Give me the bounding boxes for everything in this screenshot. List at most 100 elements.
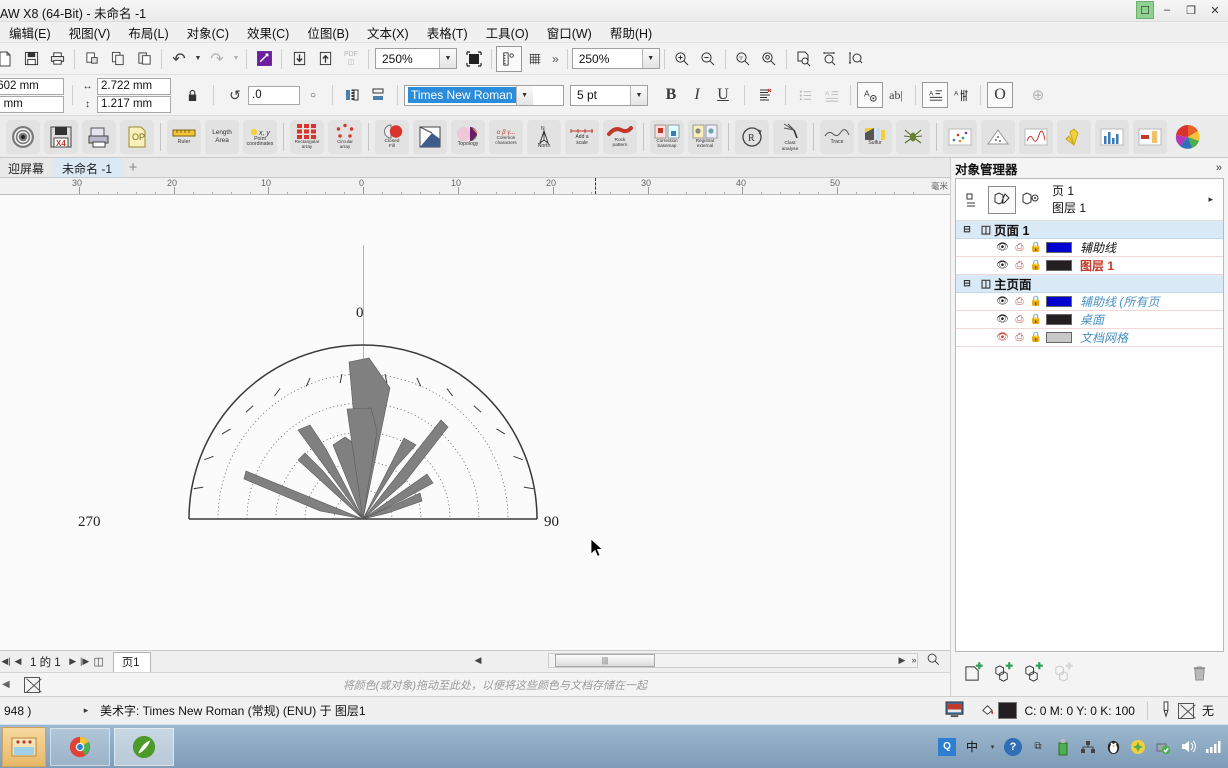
column-chart-tool-button[interactable] bbox=[1095, 119, 1129, 154]
x4-save-tool-button[interactable]: X4 bbox=[44, 119, 78, 154]
italic-button[interactable]: I bbox=[684, 82, 710, 108]
menu-effects[interactable]: 效果(C) bbox=[238, 21, 298, 44]
lock-icon[interactable]: 🔒 bbox=[1028, 296, 1044, 307]
clast-analyse-tool-button[interactable]: Clast analyse bbox=[773, 119, 807, 154]
object-x-field[interactable]: .602 mm bbox=[0, 77, 64, 95]
font-name-combo[interactable]: Times New Roman ▼ bbox=[404, 84, 564, 106]
rose-diagram-tool-button[interactable] bbox=[1057, 119, 1091, 154]
rotate-r-tool-button[interactable]: R bbox=[735, 119, 769, 154]
menu-object[interactable]: 对象(C) bbox=[178, 21, 238, 44]
correction-basemap-tool-button[interactable]: Correction basemap bbox=[650, 119, 684, 154]
menu-layout[interactable]: 布局(L) bbox=[119, 21, 177, 44]
spectrum-chart-tool-button[interactable] bbox=[1019, 119, 1053, 154]
drawing-canvas[interactable]: 0 90 270 bbox=[0, 195, 950, 650]
layer-color-chip[interactable] bbox=[1046, 260, 1072, 271]
tree-group-master-page[interactable]: ⊟ ◫ 主页面 bbox=[956, 275, 1223, 293]
next-page-button[interactable]: ▶ bbox=[67, 656, 79, 667]
edit-across-layers-button[interactable] bbox=[988, 185, 1016, 214]
print-button[interactable] bbox=[44, 46, 70, 72]
menu-text[interactable]: 文本(X) bbox=[358, 21, 418, 44]
zoom-to-selection-button[interactable] bbox=[730, 46, 756, 72]
zoom-to-page-height-button[interactable] bbox=[843, 46, 869, 72]
printer-tool-button[interactable] bbox=[82, 119, 116, 154]
fullscreen-preview-button[interactable] bbox=[461, 46, 487, 72]
eye-icon[interactable]: 👁 bbox=[994, 314, 1011, 325]
chevron-down-icon[interactable]: ▼ bbox=[630, 85, 647, 105]
lock-icon[interactable]: 🔒 bbox=[1028, 314, 1044, 325]
circular-array-tool-button[interactable]: Circular array bbox=[328, 119, 362, 154]
cut-button[interactable] bbox=[79, 46, 105, 72]
security-icon[interactable] bbox=[1154, 738, 1172, 756]
hscroll-left-icon[interactable]: ◀ bbox=[472, 655, 484, 666]
restore-helper-icon[interactable]: ☐ bbox=[1136, 1, 1154, 19]
no-color-swatch[interactable] bbox=[23, 676, 40, 693]
signal-icon[interactable] bbox=[1204, 738, 1222, 756]
horizontal-scroll-thumb[interactable]: ||| bbox=[555, 654, 655, 667]
show-grid-button[interactable] bbox=[522, 46, 548, 72]
zoom-in-button[interactable] bbox=[669, 46, 695, 72]
layer-manager-view-button[interactable] bbox=[1016, 186, 1044, 214]
zoom-fit-icon[interactable] bbox=[926, 652, 940, 669]
op-tool-button[interactable]: OP bbox=[120, 119, 154, 154]
bullet-list-button[interactable] bbox=[792, 82, 818, 108]
text-wrap-button[interactable]: O bbox=[987, 82, 1013, 108]
print-icon[interactable]: ⎙ bbox=[1011, 260, 1028, 271]
ruler-tool-button[interactable]: Ruler bbox=[167, 119, 201, 154]
eye-icon[interactable]: 👁 bbox=[994, 332, 1011, 343]
menu-view[interactable]: 视图(V) bbox=[60, 21, 120, 44]
trace-tool-button[interactable]: Trace bbox=[820, 119, 854, 154]
help-icon[interactable]: ? bbox=[1004, 737, 1022, 756]
text-properties-button[interactable]: A bbox=[857, 82, 883, 108]
eye-icon[interactable]: 👁 bbox=[994, 296, 1011, 307]
outline-none-swatch[interactable] bbox=[1177, 702, 1194, 719]
color-proof-icon[interactable] bbox=[945, 700, 964, 721]
start-button[interactable] bbox=[2, 726, 46, 767]
zoom-level-combo[interactable]: 250% ▼ bbox=[375, 48, 457, 69]
taskbar-item-explorer[interactable] bbox=[50, 727, 110, 766]
hscroll-end-icon[interactable]: » bbox=[908, 655, 920, 665]
closed-fill-tool-button[interactable]: Closed Fill bbox=[375, 119, 409, 154]
interactive-opentype-button[interactable]: A bbox=[948, 82, 974, 108]
taskbar-item-coreldraw[interactable] bbox=[114, 727, 174, 766]
redo-button[interactable]: ↷ bbox=[204, 46, 230, 72]
redo-dropdown-icon[interactable]: ▼ bbox=[230, 46, 242, 72]
docker-flyout-icon[interactable]: ▸ bbox=[1208, 194, 1213, 205]
mirror-horizontal-button[interactable] bbox=[339, 82, 365, 108]
tree-group-page1[interactable]: ⊟ ◫ 页面 1 bbox=[956, 221, 1223, 239]
layer-color-chip[interactable] bbox=[1046, 332, 1072, 343]
add-scale-tool-button[interactable]: Add a scale bbox=[565, 119, 599, 154]
volume-icon[interactable] bbox=[1179, 738, 1197, 756]
import-button[interactable] bbox=[286, 46, 312, 72]
bar-chart-tool-button[interactable] bbox=[1133, 119, 1167, 154]
page-tab-1[interactable]: 页1 bbox=[112, 651, 151, 672]
layer-color-chip[interactable] bbox=[1046, 314, 1072, 325]
first-page-button[interactable]: ◀| bbox=[0, 656, 12, 667]
last-page-button[interactable]: |▶ bbox=[79, 656, 91, 667]
chevron-down-icon[interactable]: ▾ bbox=[988, 738, 997, 756]
layer-color-chip[interactable] bbox=[1046, 296, 1072, 307]
font-size-combo[interactable]: 5 pt ▼ bbox=[570, 84, 648, 106]
menu-window[interactable]: 窗口(W) bbox=[538, 21, 601, 44]
maximize-button[interactable]: ❐ bbox=[1180, 1, 1202, 19]
ime-panel-icon[interactable]: ⧉ bbox=[1029, 738, 1047, 756]
lock-icon[interactable]: 🔒 bbox=[1028, 242, 1044, 253]
rectangular-array-tool-button[interactable]: Rectangular array bbox=[290, 119, 324, 154]
layer-color-chip[interactable] bbox=[1046, 242, 1072, 253]
layer-row-desktop[interactable]: 👁 ⎙ 🔒 桌面 bbox=[956, 311, 1223, 329]
show-rulers-button[interactable] bbox=[496, 45, 522, 72]
ime-chinese-icon[interactable]: 中 bbox=[963, 738, 981, 756]
pie-chart-tool-button[interactable] bbox=[1171, 120, 1205, 154]
layer-row-guides[interactable]: 👁 ⎙ 🔒 辅助线 bbox=[956, 239, 1223, 257]
edit-text-button[interactable]: ab| bbox=[883, 82, 909, 108]
paragraph-format-button[interactable]: A bbox=[922, 82, 948, 108]
paste-button[interactable] bbox=[131, 46, 157, 72]
north-arrow-tool-button[interactable]: N North bbox=[527, 119, 561, 154]
rock-pattern-tool-button[interactable]: Rock pattern bbox=[603, 119, 637, 154]
bold-button[interactable]: B bbox=[658, 82, 684, 108]
chevron-down-icon[interactable]: ▼ bbox=[641, 49, 659, 68]
collapse-icon[interactable]: ⊟ bbox=[956, 278, 978, 289]
chevron-down-icon[interactable]: ▼ bbox=[515, 85, 533, 105]
new-master-layer-all-pages-button[interactable]: ✚ bbox=[1019, 660, 1045, 686]
show-object-properties-button[interactable] bbox=[960, 186, 988, 214]
drop-cap-button[interactable]: A bbox=[818, 82, 844, 108]
